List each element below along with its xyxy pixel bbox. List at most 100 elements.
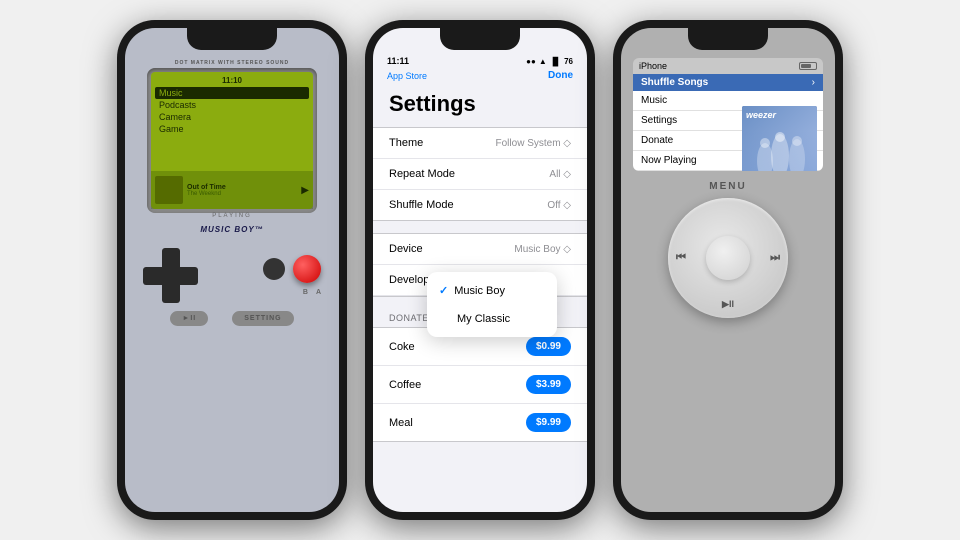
- ipod-menu-arrow: ›: [812, 77, 815, 88]
- musicboy-controls: B A: [133, 248, 331, 303]
- settings-row-device[interactable]: Device Music Boy ◇: [373, 234, 587, 265]
- dropdown-music-boy[interactable]: ✓ Music Boy: [427, 276, 557, 305]
- musicboy-top-label: DOT MATRIX WITH STEREO SOUND: [175, 60, 289, 66]
- musicboy-brand: MUSIC BOY™: [200, 225, 263, 240]
- settings-time: 11:11: [387, 56, 409, 66]
- settings-title: Settings: [373, 87, 587, 127]
- ipod-album-art-inner: weezer: [742, 106, 817, 171]
- ipod-screen-header: iPhone: [633, 58, 823, 74]
- meal-label: Meal: [389, 417, 413, 429]
- ipod-wheel-center[interactable]: [706, 236, 750, 280]
- device-value: Music Boy ◇: [514, 244, 571, 255]
- device-dropdown: ✓ Music Boy My Classic: [427, 272, 557, 337]
- signal-icon: ●●: [526, 57, 536, 66]
- ipod-prev-icon[interactable]: ⏮: [676, 252, 686, 265]
- musicboy-menu: Music Podcasts Camera Game: [155, 87, 309, 135]
- ipod-device-name: iPhone: [639, 61, 667, 71]
- status-icons: ●● ▲ ▐▌ 76: [526, 57, 573, 66]
- ipod-wheel-area: MENU ⏮ ⏭ ▶II: [633, 181, 823, 318]
- ipod-battery: [799, 62, 817, 70]
- ipod-menu-row[interactable]: Shuffle Songs ›: [633, 74, 823, 91]
- ipod-device: iPhone Shuffle Songs › Mus: [613, 20, 843, 520]
- coke-label: Coke: [389, 341, 415, 353]
- coffee-price-btn[interactable]: $3.99: [526, 375, 571, 394]
- musicboy-notch: [187, 28, 277, 50]
- settings-content: Settings Theme Follow System ◇ Repeat Mo…: [373, 87, 587, 512]
- musicboy-btn-row: [263, 255, 321, 283]
- band-svg: [745, 131, 815, 171]
- ipod-screen-body: Shuffle Songs › Music Settings Donate No…: [633, 74, 823, 171]
- musicboy-dpad[interactable]: [143, 248, 198, 303]
- ipod-screen-container: iPhone Shuffle Songs › Mus: [633, 58, 823, 171]
- dropdown-my-classic-label: My Classic: [457, 313, 510, 325]
- musicboy-screen: 11:10 Music Podcasts Camera Game Out of …: [151, 72, 313, 209]
- settings-status-bar: 11:11 ●● ▲ ▐▌ 76: [373, 50, 587, 68]
- donate-section: Coke $0.99 Coffee $3.99 Meal $9.99: [373, 327, 587, 442]
- ipod-play-icon[interactable]: ▶II: [722, 299, 734, 310]
- musicboy-play-pause-btn[interactable]: ►II: [170, 311, 208, 326]
- ipod-click-wheel[interactable]: ⏮ ⏭ ▶II: [668, 198, 788, 318]
- musicboy-time: 11:10: [155, 76, 309, 85]
- battery-percent: 76: [564, 57, 573, 66]
- musicboy-play-icon[interactable]: ▶: [301, 185, 309, 196]
- musicboy-menu-item-podcasts[interactable]: Podcasts: [155, 99, 309, 111]
- repeat-value: All ◇: [549, 169, 571, 180]
- donate-row-meal[interactable]: Meal $9.99: [373, 404, 587, 441]
- musicboy-playing-label: PLAYING: [212, 213, 252, 219]
- settings-device-section: Device Music Boy ◇ Developer ✓ Music Boy: [373, 233, 587, 297]
- ipod-album-art: weezer: [742, 106, 817, 171]
- musicboy-menu-item-game[interactable]: Game: [155, 123, 309, 135]
- settings-device: 11:11 ●● ▲ ▐▌ 76 App Store Done Settings…: [365, 20, 595, 520]
- musicboy-btn-row-2: B A: [303, 289, 321, 296]
- ipod-next-icon[interactable]: ⏭: [770, 252, 780, 265]
- shuffle-value: Off ◇: [547, 200, 571, 211]
- settings-main-section: Theme Follow System ◇ Repeat Mode All ◇ …: [373, 127, 587, 221]
- settings-row-repeat[interactable]: Repeat Mode All ◇: [373, 159, 587, 190]
- musicboy-body: DOT MATRIX WITH STEREO SOUND 11:10 Music…: [125, 28, 339, 512]
- ipod-body: iPhone Shuffle Songs › Mus: [621, 28, 835, 512]
- musicboy-setting-btn[interactable]: SETTING: [232, 311, 293, 326]
- ipod-notch: [688, 28, 768, 50]
- donate-row-coffee[interactable]: Coffee $3.99: [373, 366, 587, 404]
- shuffle-label: Shuffle Mode: [389, 199, 454, 211]
- musicboy-menu-item-camera[interactable]: Camera: [155, 111, 309, 123]
- settings-row-shuffle[interactable]: Shuffle Mode Off ◇: [373, 190, 587, 220]
- musicboy-btn-small-1[interactable]: [263, 258, 285, 280]
- musicboy-device: DOT MATRIX WITH STEREO SOUND 11:10 Music…: [117, 20, 347, 520]
- musicboy-screen-border: 11:10 Music Podcasts Camera Game Out of …: [147, 68, 317, 213]
- ipod-battery-bar: [799, 62, 817, 70]
- ipod-menu-label[interactable]: MENU: [709, 181, 746, 192]
- coke-price-btn[interactable]: $0.99: [526, 337, 571, 356]
- battery-icon: ▐▌: [550, 57, 561, 66]
- theme-label: Theme: [389, 137, 423, 149]
- wifi-icon: ▲: [539, 57, 547, 66]
- repeat-label: Repeat Mode: [389, 168, 455, 180]
- btn-a-label: A: [316, 289, 321, 296]
- dropdown-my-classic[interactable]: My Classic: [427, 305, 557, 333]
- btn-b-label: B: [303, 289, 308, 296]
- meal-price-btn[interactable]: $9.99: [526, 413, 571, 432]
- done-button[interactable]: Done: [548, 70, 573, 81]
- theme-value: Follow System ◇: [496, 138, 571, 149]
- musicboy-ab-buttons: B A: [263, 255, 321, 296]
- musicboy-track-artist: The Weeknd: [187, 191, 297, 197]
- check-icon: ✓: [439, 284, 448, 297]
- musicboy-menu-item-music[interactable]: Music: [155, 87, 309, 99]
- musicboy-track-info: Out of Time The Weeknd: [187, 184, 297, 197]
- device-label: Device: [389, 243, 423, 255]
- weezer-artist-label: weezer: [746, 110, 776, 120]
- ipod-battery-fill: [801, 64, 811, 68]
- musicboy-bottom-buttons: ►II SETTING: [170, 311, 293, 326]
- settings-row-theme[interactable]: Theme Follow System ◇: [373, 128, 587, 159]
- settings-body: 11:11 ●● ▲ ▐▌ 76 App Store Done Settings…: [373, 28, 587, 512]
- app-store-back-link[interactable]: App Store: [387, 71, 427, 81]
- ipod-shuffle-songs: Shuffle Songs: [641, 77, 708, 88]
- musicboy-track-name: Out of Time: [187, 184, 297, 191]
- dropdown-music-boy-label: Music Boy: [454, 285, 505, 297]
- musicboy-album-art: [155, 176, 183, 204]
- musicboy-btn-red-1[interactable]: [293, 255, 321, 283]
- settings-notch: [440, 28, 520, 50]
- musicboy-now-playing-bar: Out of Time The Weeknd ▶: [151, 171, 313, 209]
- dpad-vertical: [162, 248, 180, 303]
- settings-nav-bar: App Store Done: [373, 68, 587, 87]
